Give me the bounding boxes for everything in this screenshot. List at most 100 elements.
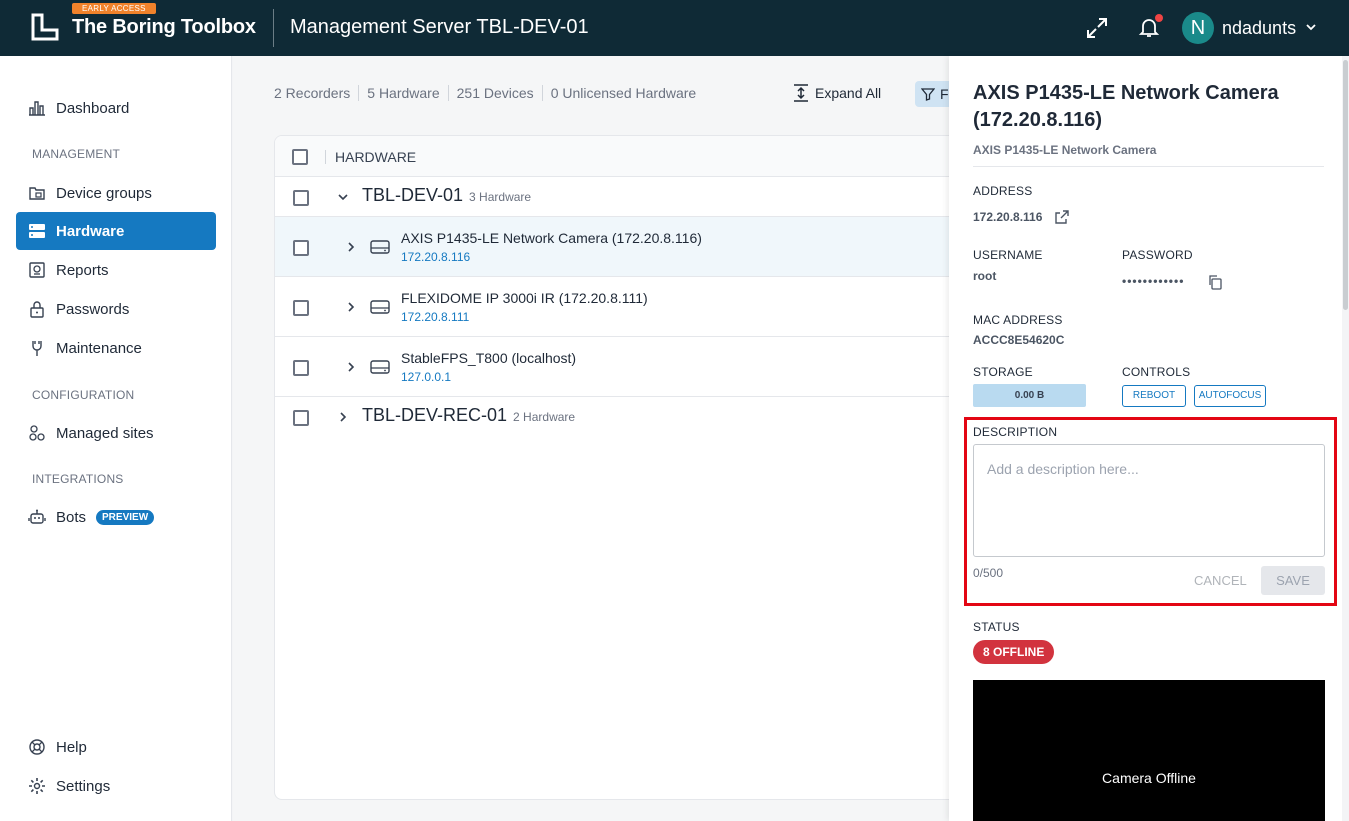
mac-address-label: MAC ADDRESS bbox=[973, 313, 1063, 327]
sidebar-item-label: Maintenance bbox=[56, 339, 142, 357]
section-configuration: CONFIGURATION bbox=[32, 388, 135, 402]
autofocus-button[interactable]: AUTOFOCUS bbox=[1194, 385, 1266, 407]
header-divider bbox=[273, 9, 274, 47]
expand-all-icon bbox=[794, 84, 808, 102]
server-icon bbox=[370, 360, 390, 374]
table-row[interactable]: TBL-DEV-REC-01 2 Hardware bbox=[275, 397, 973, 437]
chevron-right-icon[interactable] bbox=[345, 361, 357, 373]
sidebar-item-hardware[interactable]: Hardware bbox=[16, 212, 216, 250]
table-header: HARDWARE bbox=[275, 136, 973, 177]
stat-devices: 251 Devices bbox=[447, 85, 542, 101]
table-row[interactable]: AXIS P1435-LE Network Camera (172.20.8.1… bbox=[275, 217, 973, 277]
address-value: 172.20.8.116 bbox=[973, 210, 1043, 224]
description-input[interactable] bbox=[973, 444, 1325, 557]
brand-name[interactable]: The Boring Toolbox bbox=[72, 16, 256, 39]
chevron-right-icon[interactable] bbox=[345, 301, 357, 313]
expand-all-button[interactable]: Expand All bbox=[793, 84, 881, 102]
hardware-name[interactable]: FLEXIDOME IP 3000i IR (172.20.8.111) bbox=[401, 290, 648, 306]
hardware-table: HARDWARE TBL-DEV-01 3 Hardware AXIS P1435… bbox=[274, 135, 974, 800]
top-bar: EARLY ACCESS The Boring Toolbox Manageme… bbox=[0, 0, 1349, 56]
hardware-name[interactable]: StableFPS_T800 (localhost) bbox=[401, 350, 576, 366]
status-label: STATUS bbox=[973, 620, 1020, 634]
panel-divider bbox=[973, 166, 1324, 167]
chevron-down-icon[interactable] bbox=[337, 191, 349, 203]
row-checkbox[interactable] bbox=[293, 300, 309, 316]
username-value: root bbox=[973, 269, 997, 283]
sidebar-item-maintenance[interactable]: Maintenance bbox=[16, 329, 216, 367]
sidebar-item-help[interactable]: Help bbox=[16, 728, 216, 766]
gear-icon bbox=[28, 777, 46, 795]
server-icon bbox=[370, 300, 390, 314]
cancel-button[interactable]: CANCEL bbox=[1194, 573, 1247, 588]
reports-icon bbox=[28, 261, 46, 279]
group-count: 3 Hardware bbox=[469, 190, 532, 204]
expand-all-label: Expand All bbox=[815, 85, 882, 101]
character-count: 0/500 bbox=[973, 566, 1004, 580]
header-divider bbox=[325, 150, 326, 164]
sidebar-item-settings[interactable]: Settings bbox=[16, 767, 216, 805]
group-name-text: TBL-DEV-01 bbox=[362, 185, 464, 205]
user-name[interactable]: ndadunts bbox=[1222, 18, 1296, 39]
column-header-hardware: HARDWARE bbox=[335, 149, 417, 165]
hardware-ip[interactable]: 172.20.8.111 bbox=[401, 310, 469, 324]
group-count: 2 Hardware bbox=[513, 410, 576, 424]
camera-preview: Camera Offline bbox=[973, 680, 1325, 821]
managed-sites-icon bbox=[28, 424, 46, 442]
sidebar-item-dashboard[interactable]: Dashboard bbox=[16, 89, 216, 127]
page-title: Management Server TBL-DEV-01 bbox=[290, 16, 589, 38]
sidebar-item-managed-sites[interactable]: Managed sites bbox=[16, 414, 216, 452]
sidebar-item-label: Bots bbox=[56, 508, 87, 526]
avatar[interactable]: N bbox=[1182, 12, 1214, 44]
preview-badge: PREVIEW bbox=[96, 509, 155, 525]
early-access-badge: EARLY ACCESS bbox=[72, 3, 156, 14]
notification-dot bbox=[1155, 14, 1163, 22]
device-groups-icon bbox=[28, 184, 46, 202]
row-checkbox[interactable] bbox=[293, 410, 309, 426]
hardware-ip[interactable]: 127.0.0.1 bbox=[401, 370, 451, 384]
username-label: USERNAME bbox=[973, 248, 1043, 262]
table-row[interactable]: TBL-DEV-01 3 Hardware bbox=[275, 177, 973, 217]
panel-subtitle: AXIS P1435-LE Network Camera bbox=[973, 143, 1157, 157]
description-label: DESCRIPTION bbox=[973, 425, 1058, 439]
chevron-down-icon[interactable] bbox=[1304, 20, 1318, 34]
section-management: MANAGEMENT bbox=[32, 147, 121, 161]
camera-offline-text: Camera Offline bbox=[1102, 770, 1196, 786]
panel-title: AXIS P1435-LE Network Camera (172.20.8.1… bbox=[973, 82, 1279, 131]
password-label: PASSWORD bbox=[1122, 248, 1193, 262]
hardware-detail-panel: AXIS P1435-LE Network Camera (172.20.8.1… bbox=[949, 56, 1349, 821]
mac-address-value: ACCC8E54620C bbox=[973, 333, 1065, 347]
storage-label: STORAGE bbox=[973, 365, 1033, 379]
sidebar-item-passwords[interactable]: Passwords bbox=[16, 290, 216, 328]
sidebar-item-reports[interactable]: Reports bbox=[16, 251, 216, 289]
row-checkbox[interactable] bbox=[293, 240, 309, 256]
chevron-right-icon[interactable] bbox=[337, 411, 349, 423]
sidebar-item-device-groups[interactable]: Device groups bbox=[16, 174, 216, 212]
hardware-ip[interactable]: 172.20.8.116 bbox=[401, 250, 470, 264]
section-integrations: INTEGRATIONS bbox=[32, 472, 124, 486]
group-name: TBL-DEV-REC-01 2 Hardware bbox=[362, 405, 575, 426]
row-checkbox[interactable] bbox=[293, 360, 309, 376]
row-checkbox[interactable] bbox=[293, 190, 309, 206]
sidebar: Dashboard MANAGEMENT Device groups Hardw… bbox=[0, 56, 232, 821]
hardware-name[interactable]: AXIS P1435-LE Network Camera (172.20.8.1… bbox=[401, 230, 702, 246]
select-all-checkbox[interactable] bbox=[292, 149, 308, 165]
scrollbar-thumb[interactable] bbox=[1343, 60, 1348, 310]
sidebar-item-label: Reports bbox=[56, 261, 109, 279]
storage-bar: 0.00 B bbox=[973, 384, 1086, 407]
help-icon bbox=[28, 738, 46, 756]
stat-hardware: 5 Hardware bbox=[358, 85, 447, 101]
status-badge: 8 OFFLINE bbox=[973, 640, 1055, 664]
external-link-icon[interactable] bbox=[1054, 209, 1070, 225]
reboot-button[interactable]: REBOOT bbox=[1122, 385, 1186, 407]
password-value: •••••••••••• bbox=[1122, 274, 1185, 288]
save-button[interactable]: SAVE bbox=[1261, 566, 1325, 595]
address-label: ADDRESS bbox=[973, 184, 1033, 198]
lock-icon bbox=[28, 300, 46, 318]
table-row[interactable]: FLEXIDOME IP 3000i IR (172.20.8.111) 172… bbox=[275, 277, 973, 337]
copy-icon[interactable] bbox=[1207, 274, 1223, 290]
table-row[interactable]: StableFPS_T800 (localhost) 127.0.0.1 bbox=[275, 337, 973, 397]
expand-icon[interactable] bbox=[1086, 17, 1108, 39]
sidebar-item-bots[interactable]: Bots PREVIEW bbox=[16, 498, 216, 536]
filter-icon bbox=[921, 88, 935, 101]
chevron-right-icon[interactable] bbox=[345, 241, 357, 253]
